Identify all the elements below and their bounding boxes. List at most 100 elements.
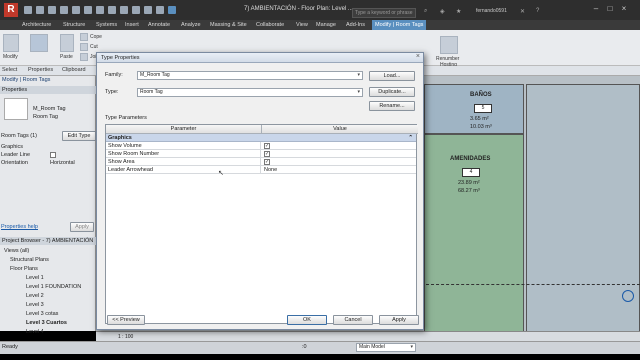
collapse-icon[interactable]: ⌃ (408, 134, 413, 142)
properties-icon[interactable] (30, 34, 48, 52)
param-row[interactable]: Show Area ✓ (106, 158, 416, 166)
help-icon[interactable]: ? (536, 8, 539, 14)
print-icon[interactable] (72, 6, 80, 14)
column-header-parameter[interactable]: Parameter (106, 125, 262, 134)
tab-systems[interactable]: Systems (96, 20, 117, 30)
edit-type-button[interactable]: Edit Type (62, 131, 96, 141)
tree-level-1-foundation[interactable]: Level 1 FOUNDATION (26, 284, 81, 290)
tab-manage[interactable]: Manage (316, 20, 336, 30)
orientation-value[interactable]: Horizontal (50, 160, 75, 166)
paste-icon[interactable] (60, 34, 74, 52)
room-banos-number-tag[interactable]: 5 (474, 104, 492, 113)
tag-icon[interactable] (96, 6, 104, 14)
instance-selector[interactable]: Room Tags (1) (1, 133, 37, 139)
room-amenidades[interactable] (424, 134, 524, 334)
save-icon[interactable] (36, 6, 44, 14)
show-room-number-checkbox[interactable]: ✓ (264, 151, 270, 157)
model-selector[interactable]: Main Model ▾ (356, 343, 416, 352)
switch-windows-icon[interactable] (168, 6, 176, 14)
tree-structural-plans[interactable]: Structural Plans (10, 257, 49, 263)
search-input[interactable]: Type a keyword or phrase (352, 8, 416, 18)
tree-level-4[interactable]: Level 4 (26, 329, 44, 335)
tree-level-1[interactable]: Level 1 (26, 275, 44, 281)
tab-structure[interactable]: Structure (63, 20, 85, 30)
binoculars-icon[interactable]: ⌕ (424, 8, 427, 15)
leader-arrowhead-value[interactable]: None (262, 166, 277, 174)
maximize-button[interactable]: □ (604, 4, 616, 14)
status-bar (0, 341, 640, 354)
tree-level-2[interactable]: Level 2 (26, 293, 44, 299)
user-name[interactable]: fernando0591 (476, 8, 507, 14)
close-button[interactable]: × (618, 4, 630, 14)
redo-icon[interactable] (60, 6, 68, 14)
tab-view[interactable]: View (296, 20, 308, 30)
modify-icon[interactable] (3, 34, 19, 52)
exchange-icon[interactable]: ✕ (520, 8, 525, 15)
tree-floor-plans[interactable]: Floor Plans (10, 266, 38, 272)
room-banos-volume: 10.03 m³ (470, 124, 492, 130)
room-amenidades-area: 23.89 m² (458, 180, 480, 186)
rename-button[interactable]: Rename... (369, 101, 415, 111)
section-icon[interactable] (132, 6, 140, 14)
3d-view-icon[interactable] (120, 6, 128, 14)
properties-label[interactable]: Properties (28, 67, 53, 73)
tab-annotate[interactable]: Annotate (148, 20, 170, 30)
param-row[interactable]: Leader Arrowhead None (106, 166, 416, 174)
param-row[interactable]: Show Volume ✓ (106, 142, 416, 150)
leader-line-checkbox[interactable] (50, 152, 56, 158)
type-properties-dialog: Type Properties × Family: M_Room Tag ▾ Lo… (96, 52, 424, 330)
family-combo[interactable]: M_Room Tag ▾ (137, 71, 363, 80)
room-amenidades-number-tag[interactable]: 4 (462, 168, 480, 177)
cancel-button[interactable]: Cancel (333, 315, 373, 325)
join-icon[interactable] (80, 53, 88, 61)
load-button[interactable]: Load... (369, 71, 415, 81)
thin-lines-icon[interactable] (144, 6, 152, 14)
preview-button[interactable]: << Preview (107, 315, 145, 325)
param-name: Show Volume (106, 142, 261, 150)
cope-icon[interactable] (80, 33, 88, 41)
tab-add-ins[interactable]: Add-Ins (346, 20, 365, 30)
section-marker-icon[interactable] (622, 290, 634, 302)
select-label[interactable]: Select (2, 67, 17, 73)
view-control-bar (96, 331, 640, 341)
tree-level-3[interactable]: Level 3 (26, 302, 44, 308)
minimize-button[interactable]: – (590, 4, 602, 14)
dialog-close-icon[interactable]: × (416, 53, 420, 60)
tab-massing-site[interactable]: Massing & Site (210, 20, 247, 30)
cut-icon[interactable] (80, 43, 88, 51)
scale-label[interactable]: 1 : 100 (118, 334, 133, 340)
tab-modify-room-tags[interactable]: Modify | Room Tags (372, 20, 427, 30)
status-zero: :0 (302, 344, 307, 350)
close-hidden-icon[interactable] (156, 6, 164, 14)
properties-help-link[interactable]: Properties help (1, 224, 38, 230)
text-icon[interactable] (108, 6, 116, 14)
undo-icon[interactable] (48, 6, 56, 14)
group-graphics[interactable]: Graphics ⌃ (106, 134, 416, 142)
tab-collaborate[interactable]: Collaborate (256, 20, 284, 30)
room-banos-name: BAÑOS (470, 92, 492, 98)
favorites-icon[interactable]: ★ (456, 8, 461, 15)
show-area-checkbox[interactable]: ✓ (264, 159, 270, 165)
tree-level-3-cotas[interactable]: Level 3 cotas (26, 311, 58, 317)
renumber-icon[interactable] (440, 36, 458, 54)
tab-analyze[interactable]: Analyze (181, 20, 201, 30)
family-label: Family: (105, 72, 123, 78)
room-banos-area: 3.65 m² (470, 116, 489, 122)
subscription-icon[interactable]: ◈ (440, 8, 445, 15)
apply-button[interactable]: Apply (379, 315, 419, 325)
duplicate-button[interactable]: Duplicate... (369, 87, 415, 97)
column-header-value[interactable]: Value (262, 125, 418, 134)
revit-logo-icon[interactable]: R (4, 3, 18, 17)
measure-icon[interactable] (84, 6, 92, 14)
tab-insert[interactable]: Insert (125, 20, 139, 30)
graphics-section: Graphics (1, 144, 24, 150)
tab-architecture[interactable]: Architecture (22, 20, 51, 30)
properties-apply-button[interactable]: Apply (70, 222, 94, 232)
open-icon[interactable] (24, 6, 32, 14)
param-row[interactable]: Show Room Number ✓ (106, 150, 416, 158)
tree-views-all[interactable]: Views (all) (4, 248, 29, 254)
show-volume-checkbox[interactable]: ✓ (264, 143, 270, 149)
type-combo[interactable]: Room Tag ▾ (137, 88, 363, 97)
ok-button[interactable]: OK (287, 315, 327, 325)
tree-level-3-cuartos[interactable]: Level 3 Cuartos (26, 320, 67, 326)
